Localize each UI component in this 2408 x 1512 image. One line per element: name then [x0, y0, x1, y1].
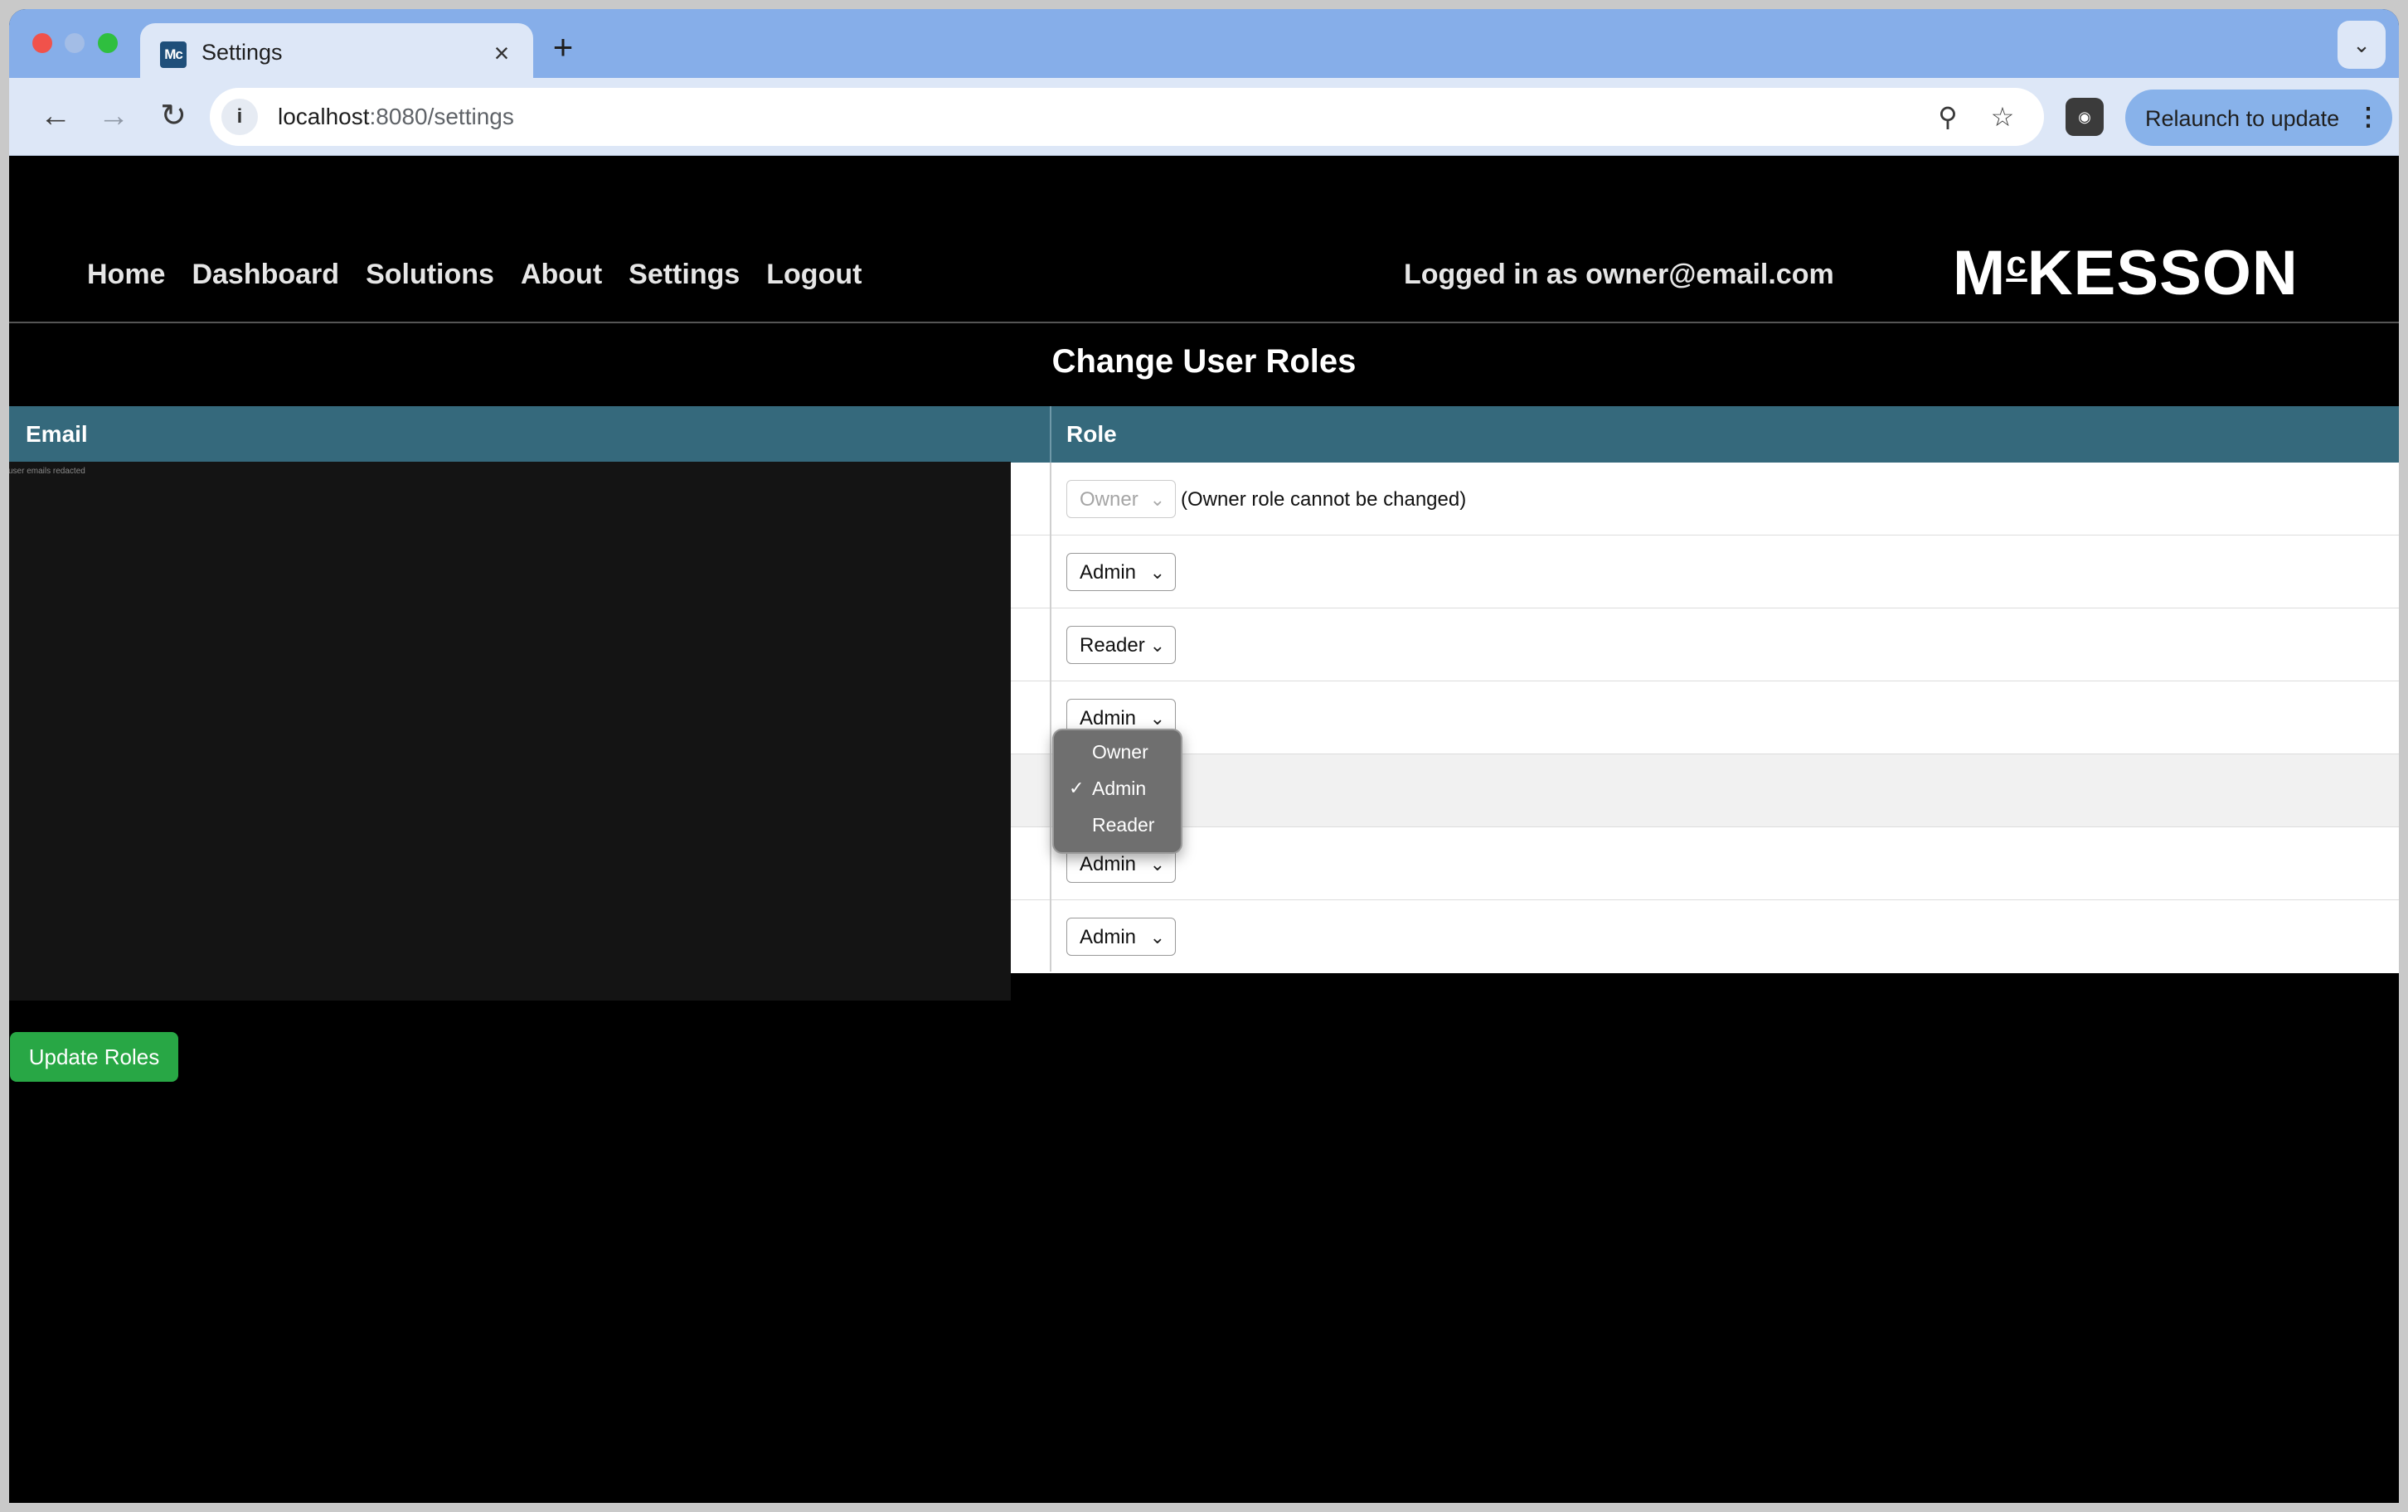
role-select-value: Admin — [1080, 707, 1137, 729]
zoom-icon[interactable]: ⚲ — [1930, 99, 1966, 135]
chevron-down-icon: ⌄ — [1149, 927, 1165, 947]
column-divider — [1050, 463, 1051, 972]
logo-part-kesson: KESSON — [2027, 238, 2299, 308]
logo-part-m: M — [1953, 238, 2007, 308]
plus-icon[interactable]: + — [540, 24, 586, 70]
nav-link-logout[interactable]: Logout — [766, 259, 862, 291]
extension-avatar-icon[interactable]: ◉ — [2066, 98, 2104, 136]
tab-settings[interactable]: Mc Settings × — [140, 23, 533, 83]
role-select-value: Admin — [1080, 926, 1137, 948]
chevron-down-icon: ⌄ — [1149, 489, 1165, 510]
column-header-role: Role — [1066, 421, 1117, 447]
browser-window: Mc Settings × + ⌄ ← → ↻ i localhost:8080… — [9, 9, 2399, 1503]
chevron-down-icon: ⌄ — [1149, 854, 1165, 875]
reload-icon[interactable]: ↻ — [150, 93, 197, 139]
star-icon[interactable]: ☆ — [1984, 99, 2021, 135]
tab-title: Settings — [201, 40, 283, 65]
browser-toolbar: ← → ↻ i localhost:8080/settings ⚲ ☆ ◉ Re… — [9, 78, 2399, 156]
relaunch-button[interactable]: Relaunch to update ⋮ — [2125, 90, 2392, 146]
role-select-value: Admin — [1080, 561, 1137, 584]
maximize-window-button[interactable] — [98, 33, 118, 53]
option-label: Admin — [1092, 778, 1147, 799]
email-redaction-block: user emails redacted — [9, 462, 1011, 1001]
logged-in-status: Logged in as owner@email.com — [1404, 259, 1834, 290]
role-select-value: Owner — [1080, 488, 1138, 511]
url-text: localhost:8080/settings — [278, 104, 514, 130]
option-label: Reader — [1092, 814, 1155, 836]
tab-strip: Mc Settings × + ⌄ — [9, 9, 2399, 83]
role-select[interactable]: Admin ⌄ — [1066, 553, 1176, 591]
role-select-value: Reader — [1080, 634, 1145, 657]
role-select-disabled: Owner ⌄ — [1066, 480, 1176, 518]
nav-link-home[interactable]: Home — [87, 259, 165, 291]
url-path: :8080/settings — [369, 104, 514, 129]
kebab-menu-icon[interactable]: ⋮ — [2356, 101, 2381, 134]
url-host: localhost — [278, 104, 370, 129]
redaction-note: user emails redacted — [9, 467, 85, 476]
page-content: Home Dashboard Solutions About Settings … — [9, 156, 2399, 1503]
arrow-left-icon[interactable]: ← — [32, 93, 79, 139]
logo-part-c: c — [2006, 244, 2027, 284]
checkmark-icon: ✓ — [1069, 778, 1085, 798]
chevron-down-icon: ⌄ — [1149, 635, 1165, 656]
info-icon[interactable]: i — [221, 99, 258, 135]
dropdown-option-admin[interactable]: ✓ Admin — [1054, 770, 1181, 807]
dropdown-option-reader[interactable]: Reader — [1054, 807, 1181, 843]
option-label: Owner — [1092, 741, 1148, 763]
owner-note: (Owner role cannot be changed) — [1181, 488, 1467, 511]
site-navbar: Home Dashboard Solutions About Settings … — [9, 156, 2399, 323]
role-select[interactable]: Admin ⌄ — [1066, 918, 1176, 956]
chevron-down-icon: ⌄ — [1149, 562, 1165, 583]
nav-link-about[interactable]: About — [521, 259, 602, 291]
nav-link-solutions[interactable]: Solutions — [366, 259, 494, 291]
role-select[interactable]: Reader ⌄ — [1066, 626, 1176, 664]
role-select-value: Admin — [1080, 853, 1137, 875]
header-divider — [1050, 406, 1051, 463]
nav-link-dashboard[interactable]: Dashboard — [192, 259, 339, 291]
table-header: Email Role — [9, 406, 2399, 463]
chevron-down-icon[interactable]: ⌄ — [2338, 21, 2386, 69]
relaunch-label: Relaunch to update — [2145, 106, 2340, 131]
mckesson-favicon-icon: Mc — [160, 41, 187, 68]
column-header-email: Email — [26, 421, 88, 447]
page-title: Change User Roles — [1051, 343, 1357, 380]
close-window-button[interactable] — [32, 33, 52, 53]
dropdown-option-owner[interactable]: Owner — [1054, 734, 1181, 770]
minimize-window-button[interactable] — [65, 33, 85, 53]
chevron-down-icon: ⌄ — [1149, 708, 1165, 729]
address-bar[interactable]: i localhost:8080/settings ⚲ ☆ — [210, 88, 2044, 146]
nav-link-settings[interactable]: Settings — [629, 259, 740, 291]
update-roles-button[interactable]: Update Roles — [10, 1032, 178, 1082]
close-icon[interactable]: × — [485, 36, 518, 70]
role-dropdown-menu: Owner ✓ Admin Reader — [1052, 729, 1182, 854]
nav-links: Home Dashboard Solutions About Settings … — [87, 259, 862, 291]
arrow-right-icon[interactable]: → — [90, 93, 137, 139]
mckesson-logo: McKESSON — [1953, 237, 2299, 309]
